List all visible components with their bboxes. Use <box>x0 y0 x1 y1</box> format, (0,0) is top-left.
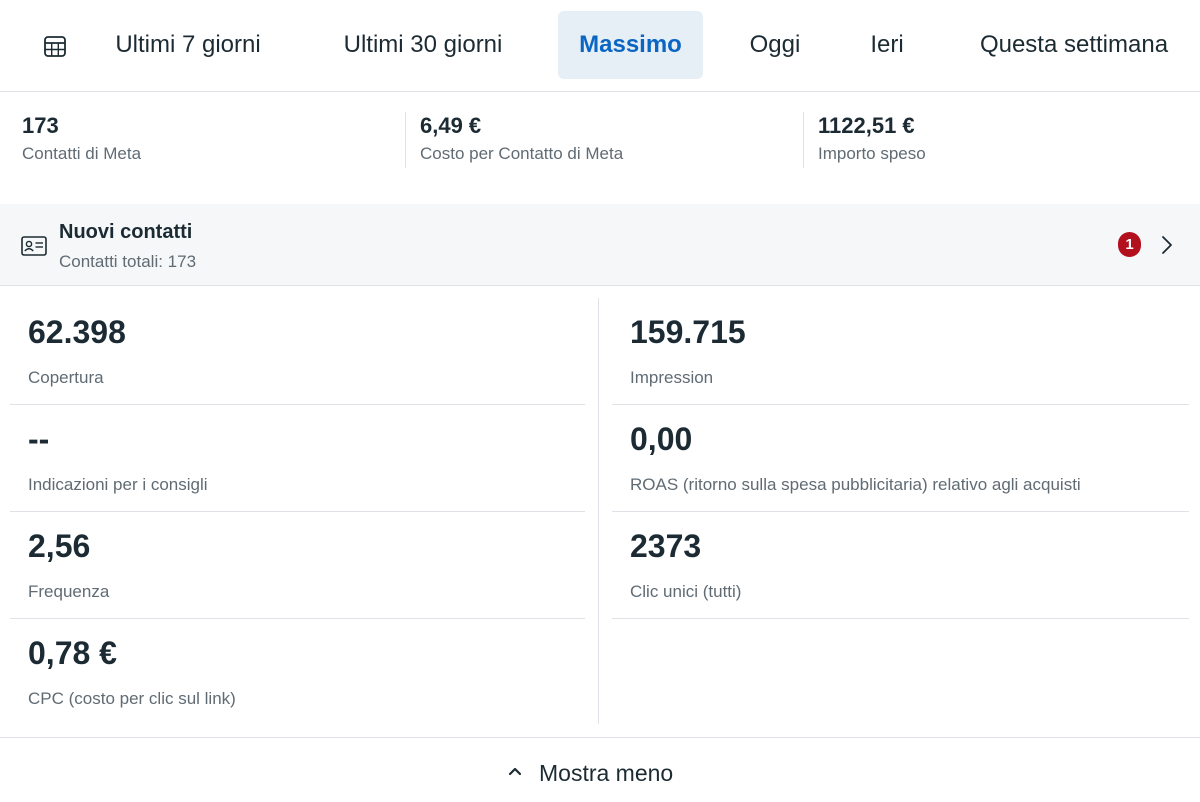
column-divider <box>598 298 599 724</box>
metric-recommendations: -- Indicazioni per i consigli <box>10 405 585 512</box>
summary-value: 173 <box>22 113 59 138</box>
new-contacts-row[interactable]: Nuovi contatti Contatti totali: 173 <box>0 204 1200 286</box>
tab-this-week[interactable]: Questa settimana <box>960 11 1188 79</box>
metric-label: Clic unici (tutti) <box>630 582 742 601</box>
summary-cost-per-contact: 6,49 € Costo per Contatto di Meta <box>405 112 800 168</box>
calendar-icon[interactable] <box>42 33 68 59</box>
metric-label: Indicazioni per i consigli <box>28 475 208 494</box>
contact-card-icon <box>21 236 47 256</box>
summary-meta-contacts: 173 Contatti di Meta <box>22 112 402 168</box>
chevron-right-icon[interactable] <box>1159 234 1175 256</box>
footer: Mostra meno <box>0 737 1200 802</box>
metric-value: 2373 <box>630 528 702 564</box>
metric-roas: 0,00 ROAS (ritorno sulla spesa pubblicit… <box>612 405 1189 512</box>
metric-value: 62.398 <box>28 314 126 350</box>
new-contacts-subtitle: Contatti totali: 173 <box>59 252 197 271</box>
metric-value: 2,56 <box>28 528 91 564</box>
tab-maximum[interactable]: Massimo <box>558 11 703 79</box>
metric-label: ROAS (ritorno sulla spesa pubblicitaria)… <box>630 475 1081 494</box>
summary-stats: 173 Contatti di Meta 6,49 € Costo per Co… <box>0 92 1200 204</box>
summary-label: Contatti di Meta <box>22 144 142 163</box>
chevron-up-icon <box>508 767 522 776</box>
metric-frequency: 2,56 Frequenza <box>10 512 585 619</box>
metric-reach: 62.398 Copertura <box>10 298 585 405</box>
tab-yesterday[interactable]: Ieri <box>858 11 916 79</box>
tab-today[interactable]: Oggi <box>735 11 815 79</box>
metric-value: 159.715 <box>630 314 746 350</box>
tab-last-7-days[interactable]: Ultimi 7 giorni <box>98 11 278 79</box>
metric-value: 0,78 € <box>28 635 117 671</box>
summary-label: Importo speso <box>818 144 926 163</box>
notification-badge: 1 <box>1118 232 1141 257</box>
tab-last-30-days[interactable]: Ultimi 30 giorni <box>324 11 522 79</box>
date-range-tabs: Ultimi 7 giorni Ultimi 30 giorni Massimo… <box>0 0 1200 92</box>
metric-label: Copertura <box>28 368 104 387</box>
metric-label: CPC (costo per clic sul link) <box>28 689 236 708</box>
metric-value: -- <box>28 421 50 457</box>
metric-impressions: 159.715 Impression <box>612 298 1189 405</box>
metric-label: Frequenza <box>28 582 110 601</box>
metric-label: Impression <box>630 368 714 387</box>
metric-value: 0,00 <box>630 421 693 457</box>
summary-value: 1122,51 € <box>818 113 915 138</box>
show-less-label: Mostra meno <box>539 760 674 786</box>
show-less-button[interactable]: Mostra meno <box>500 758 710 788</box>
metric-cpc: 0,78 € CPC (costo per clic sul link) <box>10 619 585 726</box>
summary-amount-spent: 1122,51 € Importo speso <box>803 112 1183 168</box>
summary-label: Costo per Contatto di Meta <box>420 144 624 163</box>
metric-unique-clicks: 2373 Clic unici (tutti) <box>612 512 1189 619</box>
new-contacts-title: Nuovi contatti <box>59 221 193 243</box>
summary-value: 6,49 € <box>420 113 482 138</box>
